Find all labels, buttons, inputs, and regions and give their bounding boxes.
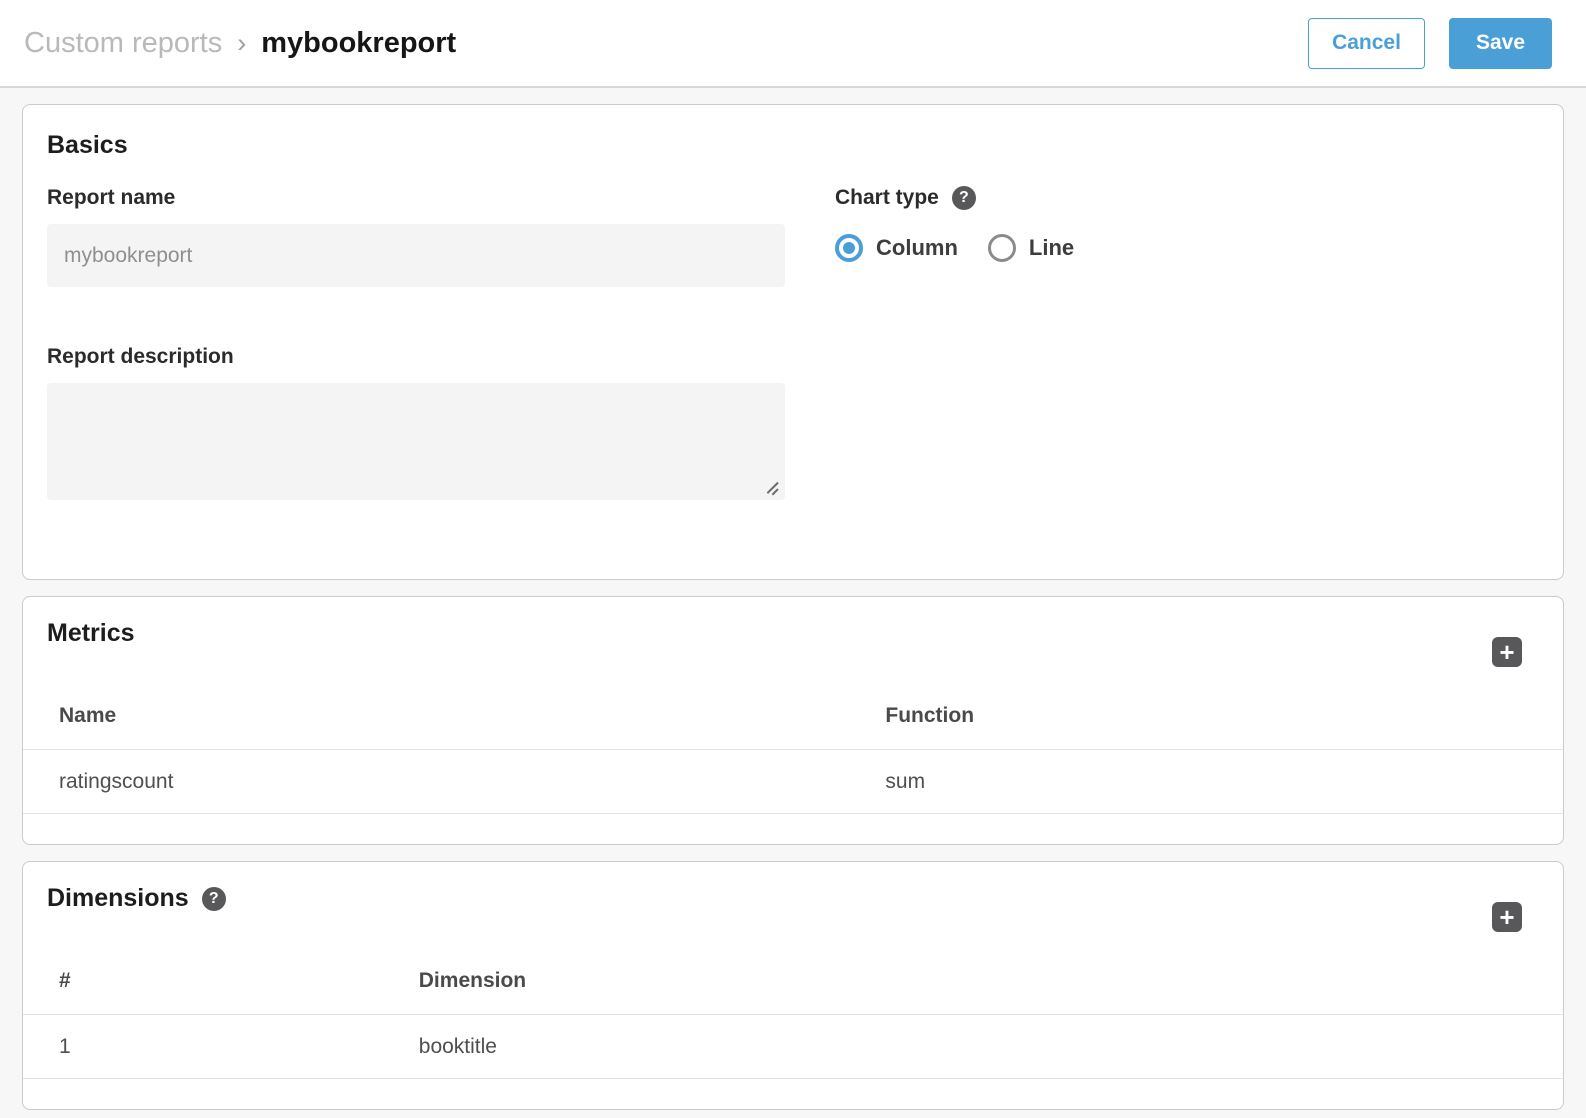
metric-row[interactable]: ratingscount sum [23, 750, 1563, 814]
metrics-title: Metrics [47, 619, 135, 648]
metric-function-cell: sum [885, 770, 1563, 794]
add-dimension-button[interactable]: + [1492, 902, 1522, 932]
chart-type-label: Chart type [835, 186, 939, 210]
metrics-table: Name Function ratingscount sum [23, 683, 1563, 844]
dimension-index-cell: 1 [23, 1035, 419, 1059]
main-content: Basics Report name Report description Ch… [0, 88, 1586, 1118]
chart-type-label-row: Chart type ? [835, 186, 1074, 210]
basics-title: Basics [47, 131, 1539, 160]
report-description-label: Report description [47, 345, 785, 369]
report-name-input[interactable] [47, 224, 785, 287]
chart-type-radio-group: Column Line [835, 234, 1074, 262]
metrics-table-header: Name Function [23, 683, 1563, 750]
metrics-column-name: Name [23, 704, 885, 728]
dimensions-column-index: # [23, 969, 419, 993]
cancel-button[interactable]: Cancel [1308, 18, 1425, 69]
dimensions-help-icon[interactable]: ? [202, 887, 226, 911]
chart-type-option-line[interactable]: Line [988, 234, 1074, 262]
basics-card: Basics Report name Report description Ch… [22, 104, 1564, 580]
report-name-label: Report name [47, 186, 785, 210]
resize-handle-icon[interactable] [766, 481, 780, 495]
dimensions-card: Dimensions ? + # Dimension 1 booktitle [22, 861, 1564, 1110]
dimensions-table-header: # Dimension [23, 948, 1563, 1015]
radio-line-label[interactable]: Line [1029, 235, 1074, 261]
add-metric-button[interactable]: + [1492, 637, 1522, 667]
report-description-textarea[interactable] [47, 383, 785, 500]
metrics-table-footer [23, 814, 1563, 844]
page-title: mybookreport [261, 27, 456, 60]
dimensions-table-footer [23, 1079, 1563, 1109]
chevron-right-icon: › [237, 28, 246, 59]
plus-icon: + [1499, 639, 1514, 665]
dimensions-title: Dimensions [47, 884, 189, 913]
metric-name-cell: ratingscount [23, 770, 885, 794]
dimensions-card-header: Dimensions ? + [23, 862, 1563, 948]
radio-line[interactable] [988, 234, 1016, 262]
basics-left-column: Report name Report description [47, 186, 785, 500]
breadcrumb-link-custom-reports[interactable]: Custom reports [24, 27, 222, 60]
dimension-row[interactable]: 1 booktitle [23, 1015, 1563, 1079]
report-description-field [47, 383, 785, 500]
radio-column-label[interactable]: Column [876, 235, 958, 261]
dimensions-table: # Dimension 1 booktitle [23, 948, 1563, 1109]
dimensions-column-dimension: Dimension [419, 969, 1563, 993]
basics-form: Report name Report description Chart typ… [47, 186, 1539, 500]
breadcrumb: Custom reports › mybookreport [24, 27, 456, 60]
chart-type-help-icon[interactable]: ? [952, 186, 976, 210]
dimension-name-cell: booktitle [419, 1035, 1563, 1059]
metrics-column-function: Function [885, 704, 1563, 728]
chart-type-option-column[interactable]: Column [835, 234, 958, 262]
metrics-card: Metrics + Name Function ratingscount sum [22, 596, 1564, 845]
radio-column[interactable] [835, 234, 863, 262]
save-button[interactable]: Save [1449, 18, 1552, 69]
basics-right-column: Chart type ? Column Line [835, 186, 1074, 500]
header: Custom reports › mybookreport Cancel Sav… [0, 0, 1586, 88]
metrics-card-header: Metrics + [23, 597, 1563, 683]
header-actions: Cancel Save [1308, 18, 1552, 69]
plus-icon: + [1499, 904, 1514, 930]
